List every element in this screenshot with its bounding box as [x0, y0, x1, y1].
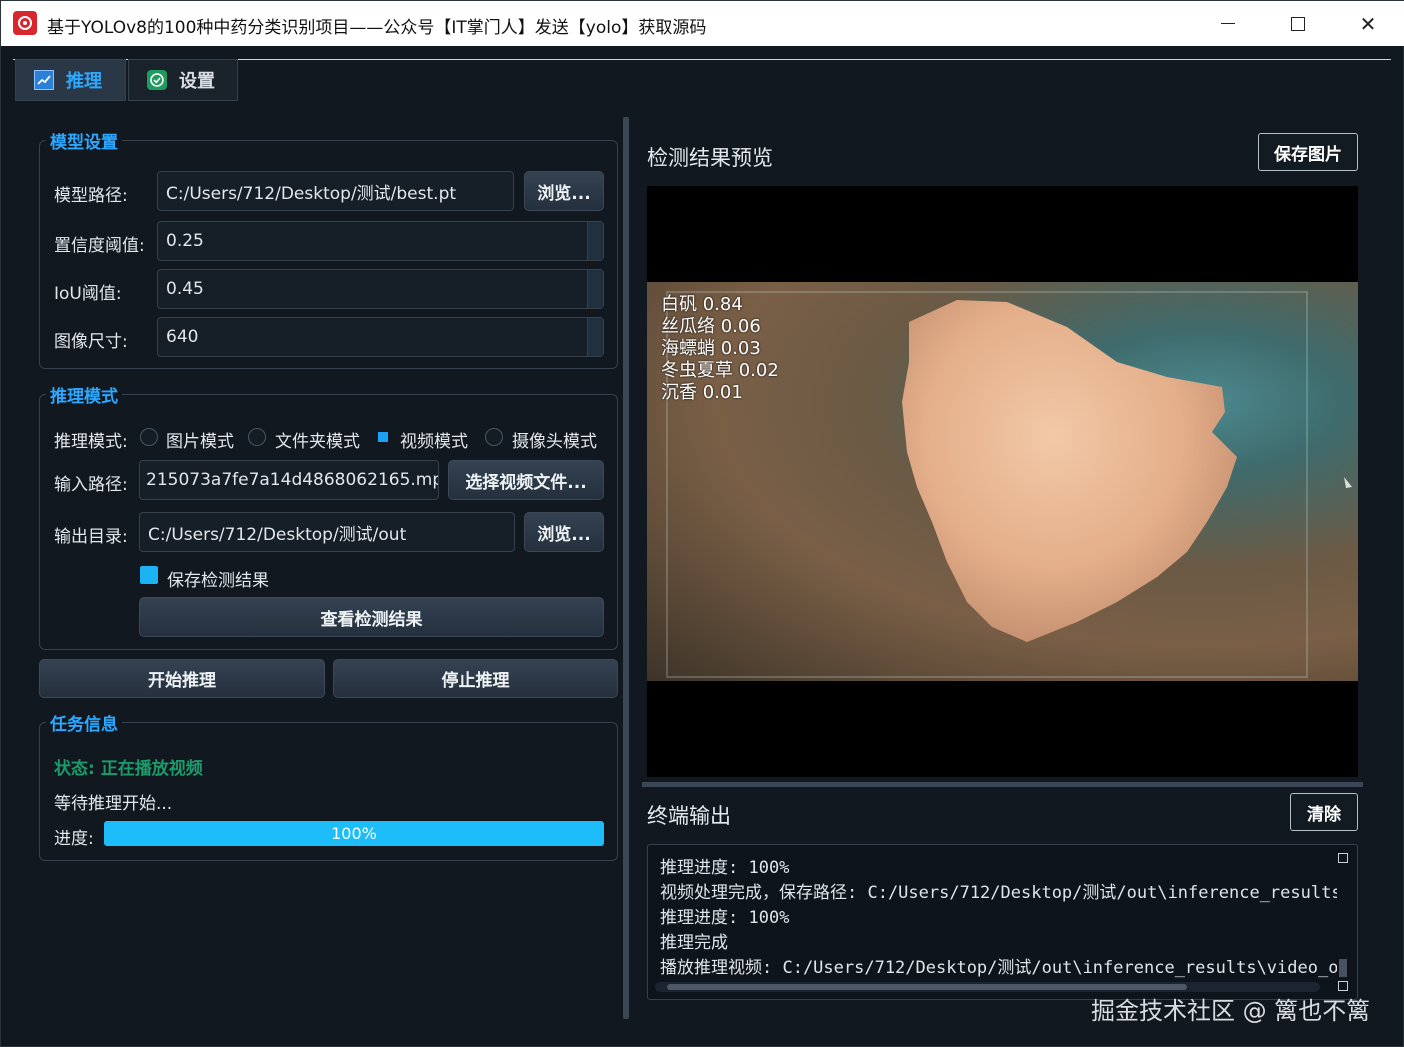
terminal-line: 推理进度: 100%	[660, 908, 790, 928]
maximize-icon	[1291, 16, 1305, 31]
input-path-label: 输入路径:	[54, 475, 128, 495]
preview-frame-image: 白矾 0.84 丝瓜络 0.06 海螵蛸 0.03 冬虫夏草 0.02 沉香 0…	[647, 282, 1358, 681]
tab-inference-label: 推理	[66, 71, 102, 92]
iou-label: IoU阈值:	[54, 284, 122, 304]
detection-preview: 白矾 0.84 丝瓜络 0.06 海螵蛸 0.03 冬虫夏草 0.02 沉香 0…	[647, 186, 1358, 777]
task-message: 等待推理开始...	[54, 794, 173, 814]
radio-video-mode-label[interactable]: 视频模式	[400, 427, 468, 452]
tab-inference[interactable]: 推理	[15, 59, 126, 101]
image-size-label: 图像尺寸:	[54, 332, 128, 352]
title-bar: 基于YOLOv8的100种中药分类识别项目——公众号【IT掌门人】发送【yolo…	[1, 1, 1404, 46]
output-dir-field[interactable]: C:/Users/712/Desktop/测试/out	[139, 512, 515, 552]
radio-camera-mode[interactable]	[485, 428, 503, 446]
save-image-button[interactable]: 保存图片	[1258, 133, 1358, 171]
select-video-button[interactable]: 选择视频文件...	[448, 460, 604, 500]
detection-label: 白矾 0.84	[661, 294, 743, 315]
radio-folder-mode[interactable]	[248, 428, 266, 446]
view-results-button[interactable]: 查看检测结果	[139, 597, 604, 637]
status-text: 状态: 正在播放视频	[54, 759, 203, 779]
scroll-thumb[interactable]	[1339, 959, 1347, 977]
panel-splitter[interactable]	[623, 117, 629, 1019]
scroll-up-icon[interactable]	[1338, 853, 1348, 863]
progress-fill: 100%	[104, 821, 604, 846]
scroll-down-icon[interactable]	[1338, 981, 1348, 991]
check-icon	[147, 70, 167, 90]
window-title: 基于YOLOv8的100种中药分类识别项目——公众号【IT掌门人】发送【yolo…	[47, 18, 707, 38]
radio-image-mode-label[interactable]: 图片模式	[166, 427, 234, 452]
output-browse-button[interactable]: 浏览...	[524, 512, 604, 552]
detection-label: 沉香 0.01	[661, 382, 743, 403]
iou-spinbox[interactable]: 0.45	[157, 269, 604, 309]
image-size-spin-arrows[interactable]	[587, 318, 603, 356]
image-size-spinbox[interactable]: 640	[157, 317, 604, 357]
mode-label: 推理模式:	[54, 432, 128, 452]
model-settings-title: 模型设置	[46, 128, 122, 153]
horizontal-scroll-thumb[interactable]	[667, 984, 1187, 990]
input-path-field[interactable]: 215073a7fe7a14d4868062165.mp4	[139, 460, 439, 500]
confidence-spinbox[interactable]: 0.25	[157, 221, 604, 261]
terminal-line: 视频处理完成，保存路径: C:/Users/712/Desktop/测试/out…	[660, 883, 1342, 903]
model-path-input[interactable]: C:/Users/712/Desktop/测试/best.pt	[157, 171, 514, 211]
minimize-icon	[1221, 22, 1235, 25]
tab-settings-label: 设置	[179, 71, 215, 92]
terminal-vertical-scrollbar[interactable]	[1337, 849, 1349, 992]
minimize-button[interactable]	[1193, 1, 1263, 46]
watermark: 掘金技术社区 @ 篱也不篱	[1091, 997, 1371, 1025]
stop-inference-button[interactable]: 停止推理	[333, 659, 618, 698]
terminal-output[interactable]: 推理进度: 100% 视频处理完成，保存路径: C:/Users/712/Des…	[647, 844, 1358, 1000]
save-results-label[interactable]: 保存检测结果	[167, 566, 269, 591]
output-dir-label: 输出目录:	[54, 527, 128, 547]
maximize-button[interactable]	[1263, 1, 1333, 46]
model-path-label: 模型路径:	[54, 186, 128, 206]
confidence-label: 置信度阈值:	[54, 236, 145, 256]
save-results-checkbox[interactable]	[140, 566, 158, 584]
panel-divider[interactable]	[642, 782, 1363, 787]
app-logo-icon	[13, 11, 37, 35]
radio-video-mode[interactable]	[378, 432, 388, 442]
terminal-line: 播放推理视频: C:/Users/712/Desktop/测试/out\infe…	[660, 958, 1349, 978]
task-info-title: 任务信息	[46, 710, 122, 735]
radio-folder-mode-label[interactable]: 文件夹模式	[275, 427, 360, 452]
iou-spin-arrows[interactable]	[587, 270, 603, 308]
progress-bar: 100%	[104, 821, 604, 846]
clear-button[interactable]: 清除	[1290, 793, 1358, 831]
close-icon: ✕	[1359, 11, 1377, 36]
detection-label: 海螵蛸 0.03	[661, 338, 761, 359]
terminal-line: 推理完成	[660, 933, 728, 953]
preview-title: 检测结果预览	[647, 146, 773, 170]
terminal-line: 推理进度: 100%	[660, 858, 790, 878]
progress-label: 进度:	[54, 829, 94, 849]
start-inference-button[interactable]: 开始推理	[39, 659, 325, 698]
inference-mode-title: 推理模式	[46, 382, 122, 407]
chart-icon	[34, 70, 54, 90]
radio-camera-mode-label[interactable]: 摄像头模式	[512, 427, 597, 452]
radio-image-mode[interactable]	[140, 428, 158, 446]
tab-settings[interactable]: 设置	[128, 59, 238, 101]
app-window: 基于YOLOv8的100种中药分类识别项目——公众号【IT掌门人】发送【yolo…	[0, 0, 1404, 1047]
close-button[interactable]: ✕	[1333, 1, 1403, 46]
detection-label: 冬虫夏草 0.02	[661, 360, 779, 381]
detection-list: 白矾 0.84 丝瓜络 0.06 海螵蛸 0.03 冬虫夏草 0.02 沉香 0…	[661, 294, 779, 404]
detection-label: 丝瓜络 0.06	[661, 316, 761, 337]
terminal-title: 终端输出	[647, 804, 731, 828]
confidence-spin-arrows[interactable]	[587, 222, 603, 260]
model-browse-button[interactable]: 浏览...	[524, 171, 604, 211]
